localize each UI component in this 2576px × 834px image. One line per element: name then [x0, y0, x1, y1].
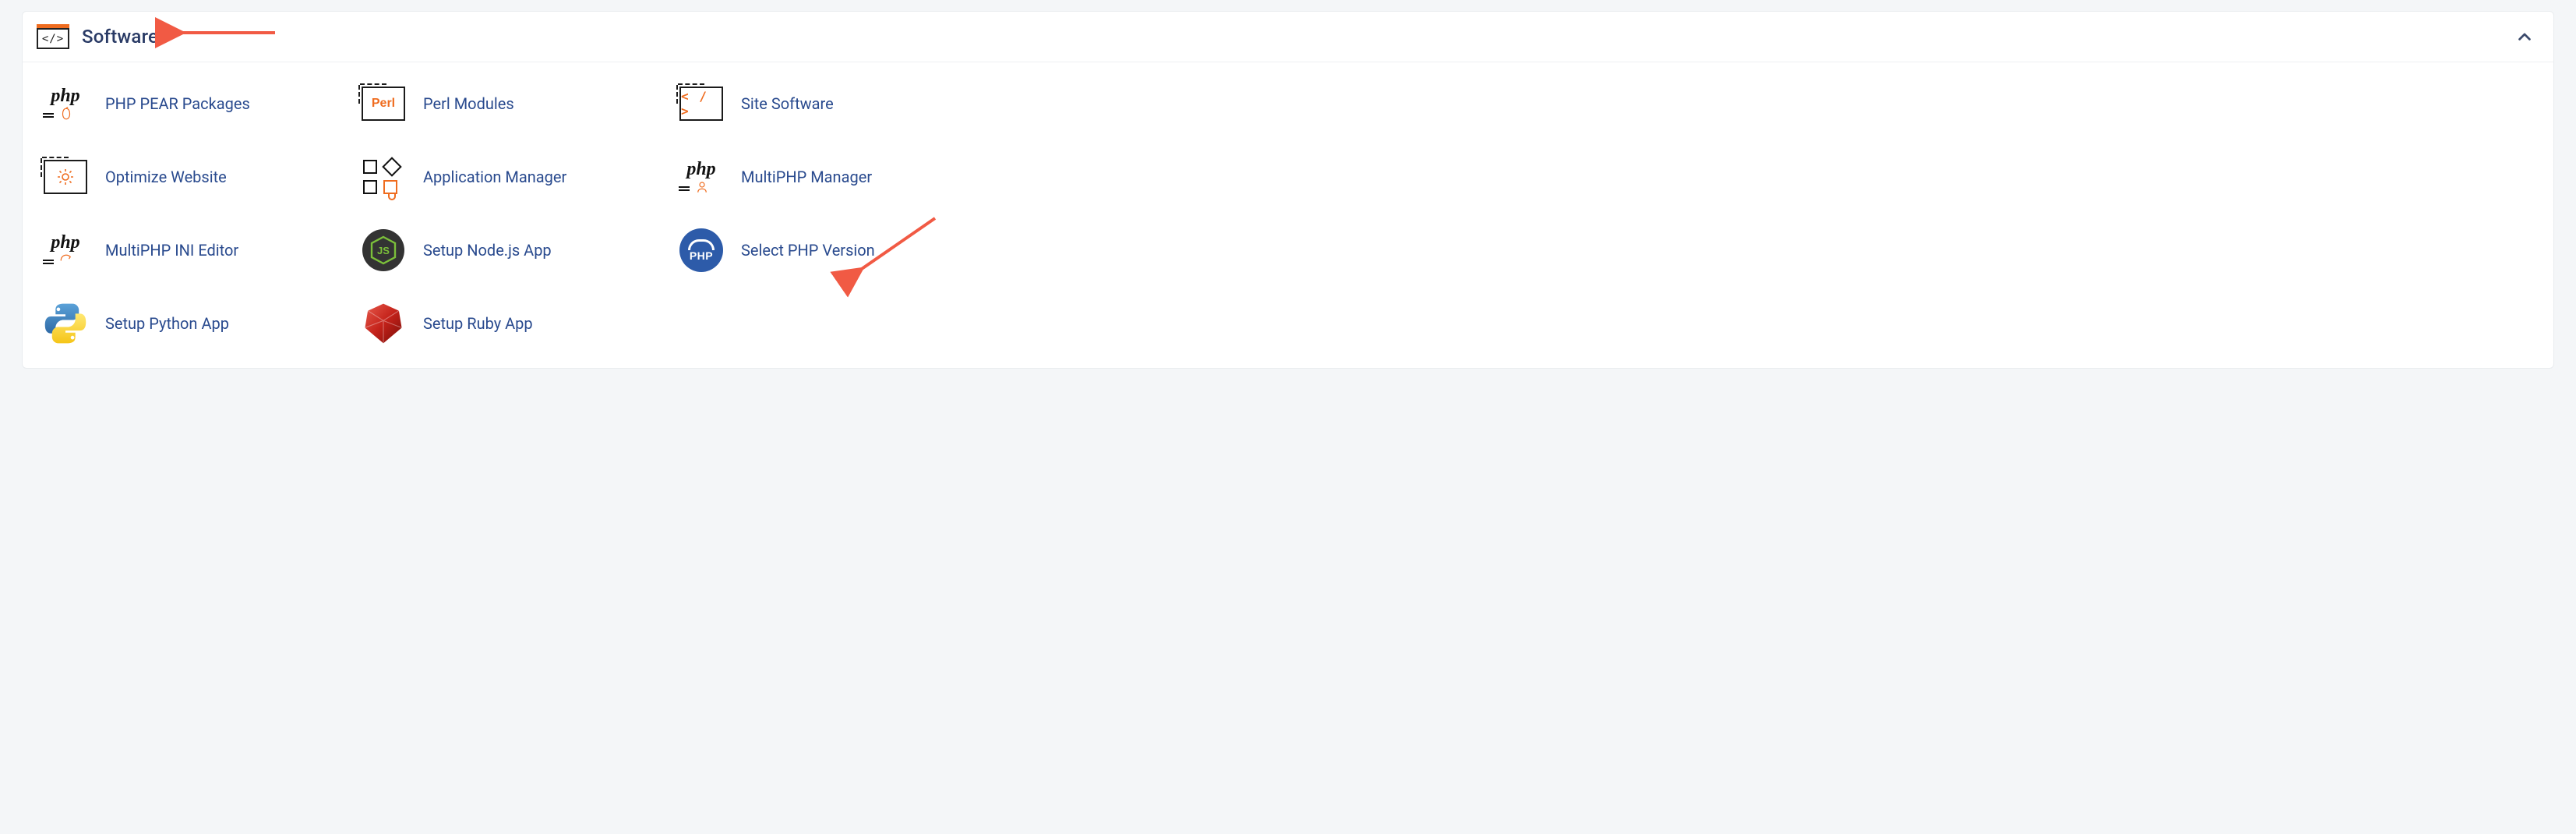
- item-application-manager[interactable]: Application Manager: [359, 154, 658, 200]
- item-setup-ruby-app[interactable]: Setup Ruby App: [359, 301, 658, 346]
- php-pear-icon: php: [41, 81, 90, 126]
- perl-icon: Perl: [359, 81, 408, 126]
- collapse-toggle[interactable]: [2516, 29, 2533, 49]
- panel-body: php PHP PEAR Packages Perl Perl Modules: [23, 62, 2553, 368]
- item-perl-modules[interactable]: Perl Perl Modules: [359, 81, 658, 126]
- item-label: Setup Ruby App: [423, 314, 533, 333]
- item-label: Select PHP Version: [741, 241, 875, 260]
- item-label: MultiPHP INI Editor: [105, 241, 238, 260]
- item-multiphp-manager[interactable]: php MultiPHP Manager: [677, 154, 976, 200]
- item-label: Site Software: [741, 94, 834, 113]
- site-software-icon: < / >: [677, 81, 725, 126]
- item-setup-python-app[interactable]: Setup Python App: [41, 301, 341, 346]
- item-label: Setup Python App: [105, 314, 229, 333]
- code-glyph: </>: [42, 33, 64, 45]
- item-label: Optimize Website: [105, 168, 227, 186]
- panel-title: Software: [82, 26, 158, 48]
- panel-header[interactable]: </> Software: [23, 12, 2553, 62]
- item-site-software[interactable]: < / > Site Software: [677, 81, 976, 126]
- software-section-icon: </>: [37, 24, 69, 49]
- item-multiphp-ini-editor[interactable]: php MultiPHP INI Editor: [41, 228, 341, 273]
- software-panel: </> Software php: [22, 11, 2554, 369]
- item-php-pear-packages[interactable]: php PHP PEAR Packages: [41, 81, 341, 126]
- item-label: PHP PEAR Packages: [105, 94, 250, 113]
- multiphp-manager-icon: php: [677, 154, 725, 200]
- item-label: Application Manager: [423, 168, 566, 186]
- select-php-version-icon: PHP: [677, 228, 725, 273]
- python-icon: [41, 301, 90, 346]
- ruby-icon: [359, 301, 408, 346]
- gear-icon: [56, 168, 75, 186]
- svg-text:JS: JS: [377, 245, 390, 256]
- item-optimize-website[interactable]: Optimize Website: [41, 154, 341, 200]
- nodejs-icon: JS: [359, 228, 408, 273]
- optimize-website-icon: [41, 154, 90, 200]
- application-manager-icon: [359, 154, 408, 200]
- item-setup-nodejs-app[interactable]: JS Setup Node.js App: [359, 228, 658, 273]
- item-label: Setup Node.js App: [423, 241, 552, 260]
- item-label: MultiPHP Manager: [741, 168, 872, 186]
- item-select-php-version[interactable]: PHP Select PHP Version: [677, 228, 976, 273]
- chevron-up-icon: [2516, 29, 2533, 46]
- multiphp-ini-editor-icon: php: [41, 228, 90, 273]
- item-label: Perl Modules: [423, 94, 514, 113]
- items-grid: php PHP PEAR Packages Perl Perl Modules: [41, 81, 976, 346]
